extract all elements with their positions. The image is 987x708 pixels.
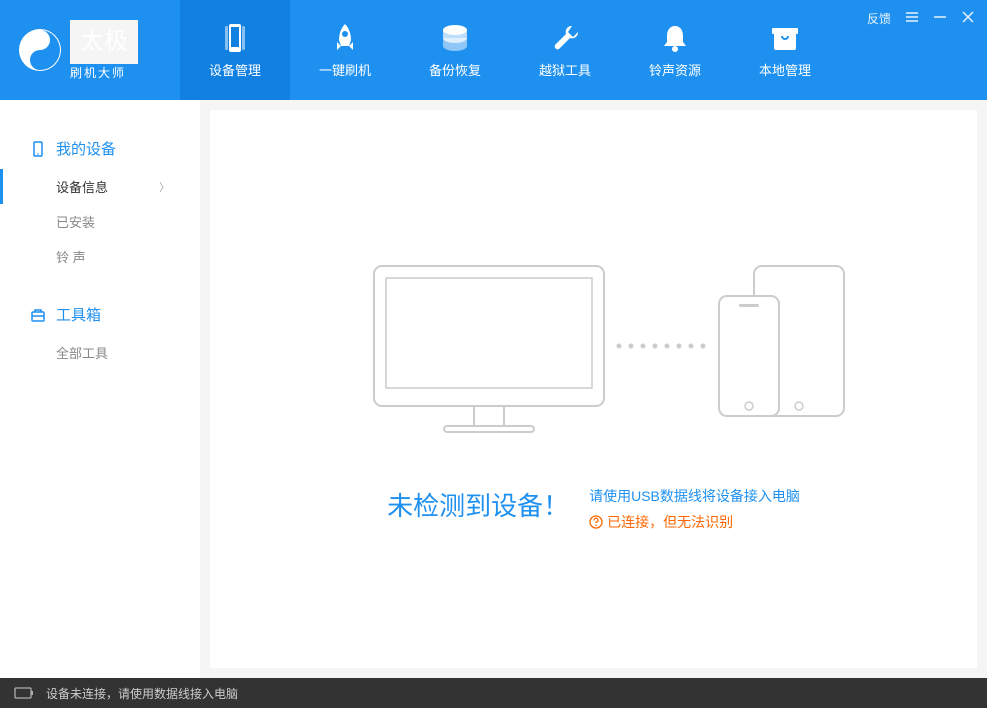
sidebar-item-label: 已安装 bbox=[56, 212, 95, 231]
chevron-right-icon: 〉 bbox=[159, 179, 170, 195]
menu-icon[interactable] bbox=[905, 10, 919, 27]
devices-illustration bbox=[334, 246, 854, 446]
battery-icon bbox=[14, 687, 34, 699]
rocket-icon bbox=[329, 22, 361, 54]
status-text: 设备未连接，请使用数据线接入电脑 bbox=[46, 685, 238, 702]
top-nav: 设备管理 一键刷机 备份恢复 越狱工具 铃声资源 本地管理 bbox=[180, 0, 840, 100]
close-icon[interactable] bbox=[961, 10, 975, 27]
nav-backup[interactable]: 备份恢复 bbox=[400, 0, 510, 100]
connected-warn-label: 已连接，但无法识别 bbox=[607, 512, 733, 532]
usb-hint: 请使用USB数据线将设备接入电脑 bbox=[589, 486, 800, 506]
nav-label: 铃声资源 bbox=[649, 60, 701, 79]
nav-label: 备份恢复 bbox=[429, 60, 481, 79]
sidebar-title-toolbox[interactable]: 工具箱 bbox=[0, 294, 200, 335]
nav-label: 一键刷机 bbox=[319, 60, 371, 79]
nav-device-manage[interactable]: 设备管理 bbox=[180, 0, 290, 100]
feedback-link[interactable]: 反馈 bbox=[867, 10, 891, 27]
sidebar-item-label: 铃 声 bbox=[56, 247, 86, 266]
sidebar-title-device[interactable]: 我的设备 bbox=[0, 128, 200, 169]
sidebar-section-device: 我的设备 设备信息 〉 已安装 铃 声 bbox=[0, 128, 200, 274]
nav-ringtone[interactable]: 铃声资源 bbox=[620, 0, 730, 100]
sidebar-title-label: 我的设备 bbox=[56, 138, 116, 159]
content-panel: 未检测到设备！ 请使用USB数据线将设备接入电脑 已连接，但无法识别 bbox=[210, 110, 977, 668]
phone-icon bbox=[219, 22, 251, 54]
sidebar-item-label: 全部工具 bbox=[56, 343, 108, 362]
box-icon bbox=[769, 22, 801, 54]
nav-label: 设备管理 bbox=[209, 60, 261, 79]
app-logo: 太极 刷机大师 bbox=[0, 20, 180, 81]
sidebar-item-all-tools[interactable]: 全部工具 bbox=[0, 335, 200, 370]
toolbox-icon bbox=[30, 307, 46, 323]
nav-jailbreak[interactable]: 越狱工具 bbox=[510, 0, 620, 100]
sidebar-title-label: 工具箱 bbox=[56, 304, 101, 325]
sidebar-item-ringtone[interactable]: 铃 声 bbox=[0, 239, 200, 274]
nav-local[interactable]: 本地管理 bbox=[730, 0, 840, 100]
help-icon bbox=[589, 515, 603, 529]
main-area: 未检测到设备！ 请使用USB数据线将设备接入电脑 已连接，但无法识别 bbox=[200, 100, 987, 678]
phone-outline-icon bbox=[30, 141, 46, 157]
message-row: 未检测到设备！ 请使用USB数据线将设备接入电脑 已连接，但无法识别 bbox=[387, 486, 800, 532]
sidebar-item-installed[interactable]: 已安装 bbox=[0, 204, 200, 239]
window-controls: 反馈 bbox=[867, 10, 975, 27]
sidebar: 我的设备 设备信息 〉 已安装 铃 声 工具箱 全部工具 bbox=[0, 100, 200, 678]
status-bar: 设备未连接，请使用数据线接入电脑 bbox=[0, 678, 987, 708]
app-name-main: 太极 bbox=[70, 20, 138, 64]
bell-icon bbox=[659, 22, 691, 54]
nav-label: 越狱工具 bbox=[539, 60, 591, 79]
nav-label: 本地管理 bbox=[759, 60, 811, 79]
sidebar-item-device-info[interactable]: 设备信息 〉 bbox=[0, 169, 200, 204]
connected-unrecognized-link[interactable]: 已连接，但无法识别 bbox=[589, 512, 800, 532]
app-name-sub: 刷机大师 bbox=[70, 64, 138, 81]
sidebar-item-label: 设备信息 bbox=[56, 177, 108, 196]
minimize-icon[interactable] bbox=[933, 10, 947, 27]
no-device-title: 未检测到设备！ bbox=[387, 486, 569, 523]
nav-flash[interactable]: 一键刷机 bbox=[290, 0, 400, 100]
disk-icon bbox=[439, 22, 471, 54]
header-bar: 太极 刷机大师 设备管理 一键刷机 备份恢复 越狱工具 铃声资源 本地管理 bbox=[0, 0, 987, 100]
taiji-logo-icon bbox=[18, 28, 62, 72]
wrench-icon bbox=[549, 22, 581, 54]
sidebar-section-toolbox: 工具箱 全部工具 bbox=[0, 294, 200, 370]
